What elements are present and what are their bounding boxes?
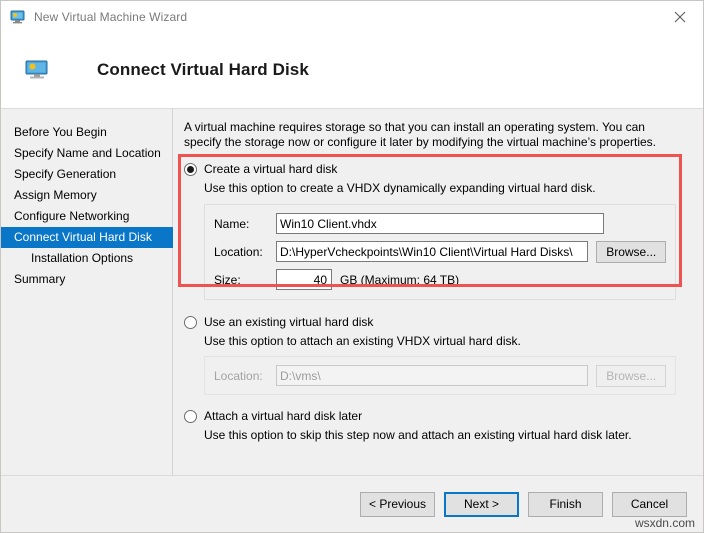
wizard-steps-sidebar: Before You Begin Specify Name and Locati… [1,109,173,475]
browse-button[interactable]: Browse... [596,240,666,263]
existing-location-input [276,365,589,386]
sidebar-item-specify-generation[interactable]: Specify Generation [1,164,172,185]
size-row: Size: GB (Maximum: 64 TB) [214,269,666,290]
radio-label-use-existing: Use an existing virtual hard disk [204,315,374,329]
sidebar-item-connect-virtual-hard-disk[interactable]: Connect Virtual Hard Disk [1,227,173,248]
wizard-window: New Virtual Machine Wizard Connect Virtu… [0,0,704,533]
title-bar: New Virtual Machine Wizard [1,1,703,32]
page-title: Connect Virtual Hard Disk [97,60,309,79]
sidebar-item-assign-memory[interactable]: Assign Memory [1,185,172,206]
previous-button[interactable]: < Previous [360,491,435,517]
wizard-footer: < Previous Next > Finish Cancel wsxdn.co… [1,476,703,532]
existing-disk-form: Location: Browse... [204,356,676,395]
sidebar-item-configure-networking[interactable]: Configure Networking [1,206,172,227]
radio-create-virtual-hard-disk[interactable]: Create a virtual hard disk [184,161,690,178]
window-title: New Virtual Machine Wizard [34,9,188,24]
name-row: Name: [214,213,666,234]
close-icon[interactable] [657,1,703,32]
page-header: Connect Virtual Hard Disk [1,32,703,109]
size-label: Size: [214,272,241,287]
sidebar-item-installation-options[interactable]: Installation Options [1,248,172,269]
intro-text: A virtual machine requires storage so th… [184,120,657,149]
radio-button-icon[interactable] [184,410,197,423]
option-description-existing: Use this option to attach an existing VH… [204,334,521,348]
virtual-machine-icon [10,9,26,25]
sidebar-item-specify-name-and-location[interactable]: Specify Name and Location [1,143,172,164]
finish-button[interactable]: Finish [528,491,603,517]
option-description-create: Use this option to create a VHDX dynamic… [204,181,596,195]
size-unit-text: GB (Maximum: 64 TB) [340,272,460,287]
sidebar-item-before-you-begin[interactable]: Before You Begin [1,122,172,143]
virtual-machine-icon [25,58,49,82]
radio-button-icon[interactable] [184,163,197,176]
radio-attach-later[interactable]: Attach a virtual hard disk later [184,408,690,425]
create-disk-form: Name: Location: Browse... Size: GB (Maxi… [204,204,676,300]
radio-use-existing-virtual-hard-disk[interactable]: Use an existing virtual hard disk [184,314,690,331]
name-input[interactable] [276,213,604,234]
option-use-existing-virtual-hard-disk: Use an existing virtual hard disk Use th… [184,314,690,395]
existing-location-row: Location: Browse... [214,364,666,387]
option-create-virtual-hard-disk: Create a virtual hard disk Use this opti… [184,161,690,300]
existing-location-label: Location: [214,368,263,383]
cancel-button[interactable]: Cancel [612,491,687,517]
wizard-content: A virtual machine requires storage so th… [173,109,703,475]
radio-button-icon[interactable] [184,316,197,329]
option-description-attach-later: Use this option to skip this step now an… [204,428,632,442]
radio-label-attach-later: Attach a virtual hard disk later [204,409,363,423]
option-attach-virtual-hard-disk-later: Attach a virtual hard disk later Use thi… [184,408,690,443]
location-row: Location: Browse... [214,240,666,263]
existing-browse-button: Browse... [596,364,666,387]
wizard-body: Before You Begin Specify Name and Locati… [1,109,703,476]
next-button[interactable]: Next > [444,491,519,517]
name-label: Name: [214,216,250,231]
size-input[interactable] [276,269,332,290]
watermark: wsxdn.com [634,516,695,530]
location-input[interactable] [276,241,589,262]
location-label: Location: [214,244,263,259]
radio-label-create-virtual-hard-disk: Create a virtual hard disk [204,162,338,176]
sidebar-item-summary[interactable]: Summary [1,269,172,290]
